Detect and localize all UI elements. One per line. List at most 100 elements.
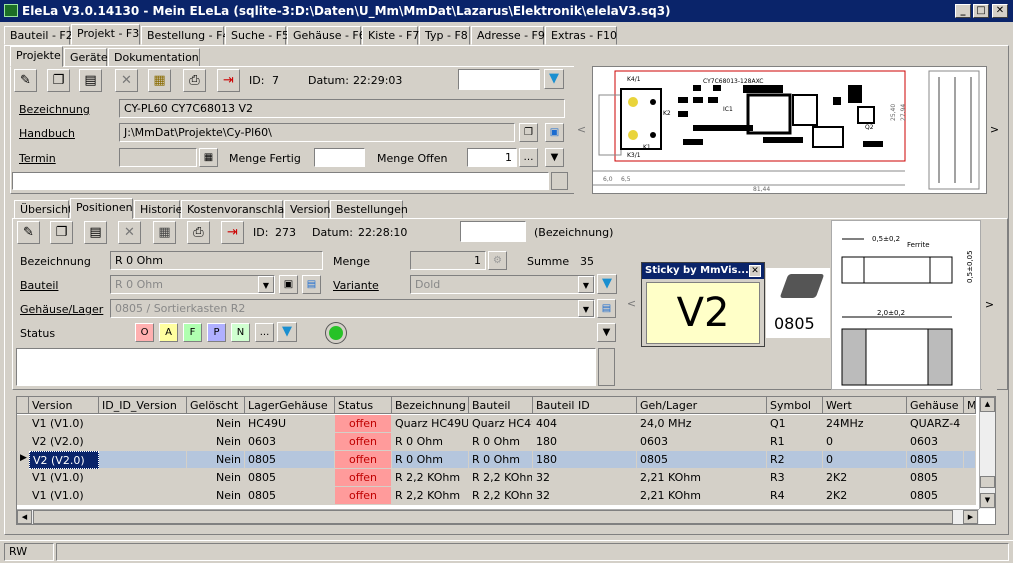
scroll-thumb[interactable]	[980, 476, 995, 488]
table-cell[interactable]: R 2,2 KOhm	[469, 469, 533, 487]
status-f-button[interactable]: F	[183, 323, 202, 342]
table-cell[interactable]: V1 (V1.0)	[29, 469, 99, 487]
menge-offen-field[interactable]: 1	[467, 148, 517, 167]
pos-archive-icon[interactable]: ▦	[153, 221, 176, 244]
table-cell[interactable]: V2 (V2.0)	[29, 451, 99, 469]
table-cell[interactable]: Nein	[187, 469, 245, 487]
row-indicator[interactable]: ▶	[17, 451, 29, 469]
table-cell[interactable]: 0	[823, 433, 907, 451]
close-button[interactable]: ✕	[992, 4, 1008, 18]
maximize-button[interactable]: □	[973, 4, 989, 18]
status-a-button[interactable]: A	[159, 323, 178, 342]
hscroll-thumb[interactable]	[33, 510, 953, 524]
scroll-up-icon[interactable]: ▲	[980, 397, 995, 412]
table-cell[interactable]: offen	[335, 415, 392, 433]
table-cell[interactable]: 180	[533, 433, 637, 451]
table-cell[interactable]: R 0 Ohm	[469, 433, 533, 451]
menge-field[interactable]: 1	[410, 251, 486, 270]
browse-folder-icon[interactable]: ▣	[545, 123, 564, 142]
column-header[interactable]: Gelöscht	[187, 397, 245, 414]
tab-bestellungen[interactable]: Bestellungen	[330, 200, 408, 219]
table-cell[interactable]: offen	[335, 469, 392, 487]
row-indicator[interactable]	[17, 433, 29, 451]
pos-notes-field[interactable]	[16, 348, 596, 386]
gehaeuse-search-icon[interactable]: ▤	[597, 299, 616, 318]
column-header[interactable]: Status	[335, 397, 392, 414]
paste-record-icon[interactable]: ▤	[79, 69, 102, 92]
table-cell[interactable]: Nein	[187, 415, 245, 433]
table-cell[interactable]: offen	[335, 451, 392, 469]
export-icon[interactable]: ⇥	[217, 69, 240, 92]
notes-scrollbar[interactable]	[551, 172, 568, 190]
status-filter-icon[interactable]: ▼	[277, 322, 297, 342]
calc-icon[interactable]: ⚙	[488, 251, 507, 270]
column-header[interactable]	[17, 397, 29, 414]
bauteil-open-icon[interactable]: ▣	[279, 275, 298, 294]
delete-icon[interactable]: ✕	[115, 69, 138, 92]
row-indicator[interactable]	[17, 469, 29, 487]
tab-bestellung[interactable]: Bestellung - F4	[141, 26, 229, 45]
print-icon[interactable]: ⎙	[183, 69, 206, 92]
bauteil-select[interactable]: R 0 Ohm	[110, 275, 275, 294]
tab-extras[interactable]: Extras - F10	[545, 26, 617, 45]
table-cell[interactable]	[99, 415, 187, 433]
tab-version[interactable]: Version	[284, 200, 330, 219]
table-cell[interactable]: 0805	[637, 451, 767, 469]
search-input[interactable]	[458, 69, 540, 90]
table-cell[interactable]	[964, 451, 976, 469]
tab-dokumentation[interactable]: Dokumentation	[108, 48, 200, 67]
status-more-button[interactable]: ...	[255, 323, 274, 342]
pos-paste-icon[interactable]: ▤	[84, 221, 107, 244]
table-cell[interactable]: Quarz HC49U	[392, 415, 469, 433]
table-cell[interactable]: 0805	[907, 451, 964, 469]
table-cell[interactable]: 0603	[637, 433, 767, 451]
pos-dropdown-button[interactable]: ▼	[597, 323, 616, 342]
pos-delete-icon[interactable]: ✕	[118, 221, 141, 244]
table-cell[interactable]	[964, 487, 976, 505]
variante-select[interactable]: Dold	[410, 275, 595, 294]
scroll-right-icon[interactable]: ▶	[963, 510, 978, 524]
table-cell[interactable]: R 2,2 KOhm	[469, 487, 533, 505]
drawing-next-button[interactable]: >	[982, 220, 997, 390]
filter-icon[interactable]: ▼	[544, 69, 564, 89]
column-header[interactable]: LagerGehäuse	[245, 397, 335, 414]
table-cell[interactable]: Nein	[187, 433, 245, 451]
table-cell[interactable]: V1 (V1.0)	[29, 487, 99, 505]
pos-print-icon[interactable]: ⎙	[187, 221, 210, 244]
column-header[interactable]: Bauteil	[469, 397, 533, 414]
table-cell[interactable]: 0805	[245, 487, 335, 505]
table-cell[interactable]: R 0 Ohm	[392, 433, 469, 451]
tab-kostenvoranschlag[interactable]: Kostenvoranschlag	[181, 200, 291, 219]
row-indicator[interactable]	[17, 487, 29, 505]
table-cell[interactable]: offen	[335, 487, 392, 505]
table-cell[interactable]	[99, 433, 187, 451]
column-header[interactable]: Gehäuse	[907, 397, 964, 414]
tab-typ[interactable]: Typ - F8	[419, 26, 470, 45]
table-cell[interactable]: 24,0 MHz	[637, 415, 767, 433]
scroll-left-icon[interactable]: ◀	[17, 510, 32, 524]
column-header[interactable]: Wert	[823, 397, 907, 414]
pos-bezeichnung-field[interactable]: R 0 Ohm	[110, 251, 323, 270]
table-cell[interactable]: 2K2	[823, 487, 907, 505]
table-cell[interactable]: offen	[335, 433, 392, 451]
pos-notes-scrollbar[interactable]	[598, 348, 615, 386]
bezeichnung-field[interactable]: CY-PL60 CY7C68013 V2	[119, 99, 565, 118]
table-cell[interactable]: Q1	[767, 415, 823, 433]
gehaeuse-lager-select[interactable]: 0805 / Sortierkasten R2	[110, 299, 595, 318]
table-cell[interactable]: 0603	[907, 433, 964, 451]
tab-kiste[interactable]: Kiste - F7	[362, 26, 419, 45]
table-cell[interactable]: 2,21 KOhm	[637, 487, 767, 505]
tab-projekt[interactable]: Projekt - F3	[71, 24, 140, 45]
table-cell[interactable]: R1	[767, 433, 823, 451]
new-record-icon[interactable]: ✎	[14, 69, 37, 92]
variante-chevron-down-icon[interactable]: ▼	[578, 276, 594, 293]
column-header[interactable]: Geh/Lager	[637, 397, 767, 414]
variante-filter-icon[interactable]: ▼	[597, 274, 617, 294]
calendar-icon[interactable]: ▦	[199, 148, 218, 167]
tab-historie[interactable]: Historie	[134, 200, 182, 219]
handbuch-field[interactable]: J:\MmDat\Projekte\Cy-Pl60\	[119, 123, 515, 142]
tab-adresse[interactable]: Adresse - F9	[471, 26, 545, 45]
column-header[interactable]: M	[964, 397, 976, 414]
table-cell[interactable]: 0805	[245, 451, 335, 469]
sticky-window[interactable]: Sticky by MmVis... ✕ V2	[641, 262, 765, 347]
